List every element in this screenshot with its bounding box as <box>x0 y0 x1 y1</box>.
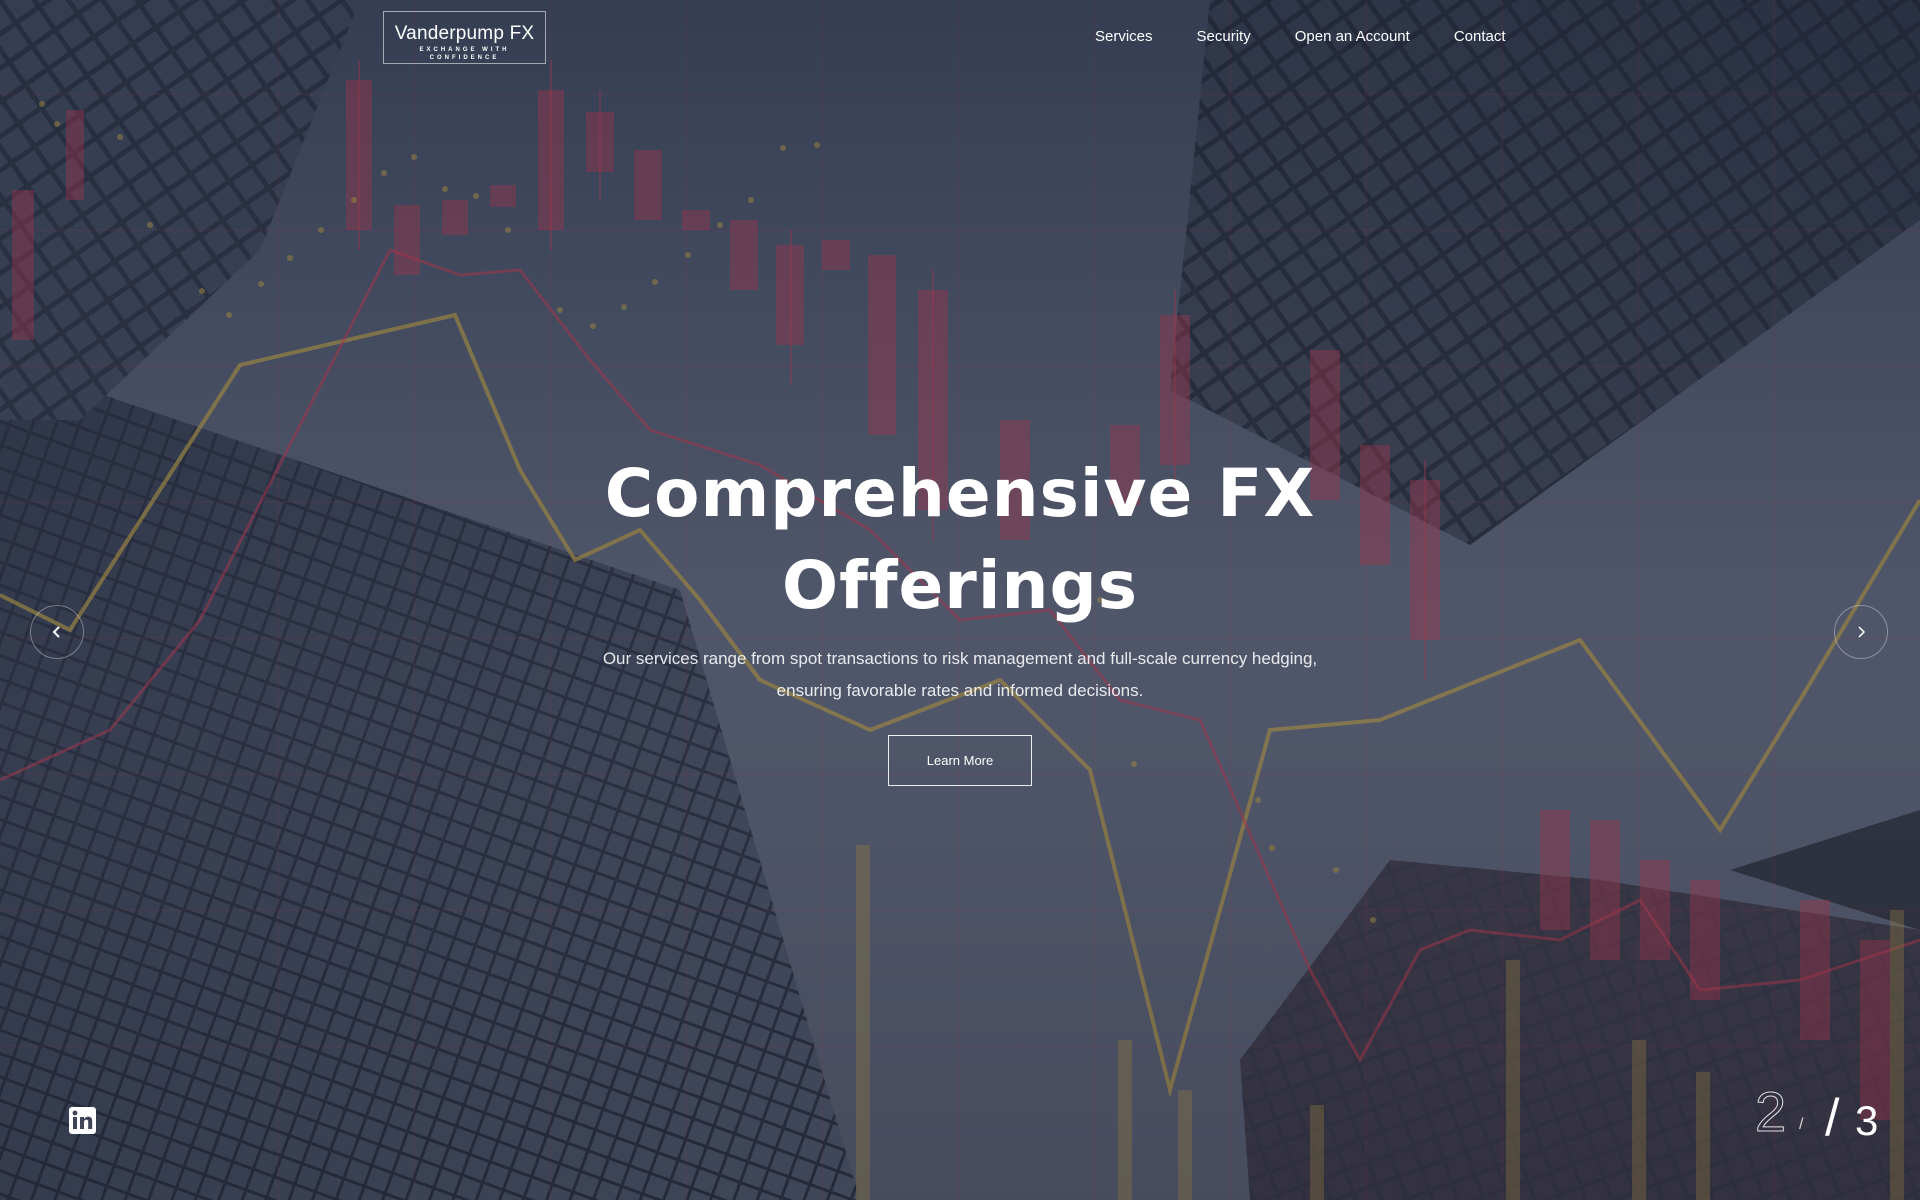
brand-tagline: EXCHANGE WITH CONFIDENCE <box>419 47 510 61</box>
hero-headline-line2: Offerings <box>782 547 1138 624</box>
hero-subtitle-line1: Our services range from spot transaction… <box>602 649 1318 668</box>
hero-slider: Vanderpump FX EXCHANGE WITH CONFIDENCE S… <box>0 0 1920 1200</box>
nav-item-contact[interactable]: Contact <box>1454 28 1506 45</box>
brand-logo[interactable]: Vanderpump FX EXCHANGE WITH CONFIDENCE <box>383 11 546 64</box>
brand-name: Vanderpump FX <box>394 23 535 44</box>
hero-subtitle: Our services range from spot transaction… <box>560 643 1360 707</box>
hero-headline: Comprehensive FX Offerings <box>560 448 1360 632</box>
hero-subtitle-line2: ensuring favorable rates and informed de… <box>776 681 1144 700</box>
next-slide-button[interactable] <box>1834 605 1888 659</box>
chevron-left-icon <box>52 626 60 638</box>
learn-more-button[interactable]: Learn More <box>888 735 1032 786</box>
slide-counter: 2 / / 3 <box>1754 1080 1895 1146</box>
nav-item-services[interactable]: Services <box>1095 28 1153 45</box>
linkedin-icon <box>72 1110 93 1129</box>
slide-total: 3 <box>1855 1097 1879 1144</box>
hero-headline-line1: Comprehensive FX <box>604 455 1316 532</box>
prev-slide-button[interactable] <box>30 605 84 659</box>
slide-current: 2 <box>1754 1080 1787 1143</box>
main-nav: Services Security Open an Account Contac… <box>1095 28 1550 45</box>
linkedin-link[interactable] <box>69 1107 96 1134</box>
chevron-right-icon <box>1858 626 1866 638</box>
slide-separator: / <box>1825 1089 1840 1147</box>
nav-item-security[interactable]: Security <box>1197 28 1251 45</box>
nav-item-open-account[interactable]: Open an Account <box>1295 28 1410 45</box>
slide-separator-small: / <box>1799 1116 1804 1133</box>
